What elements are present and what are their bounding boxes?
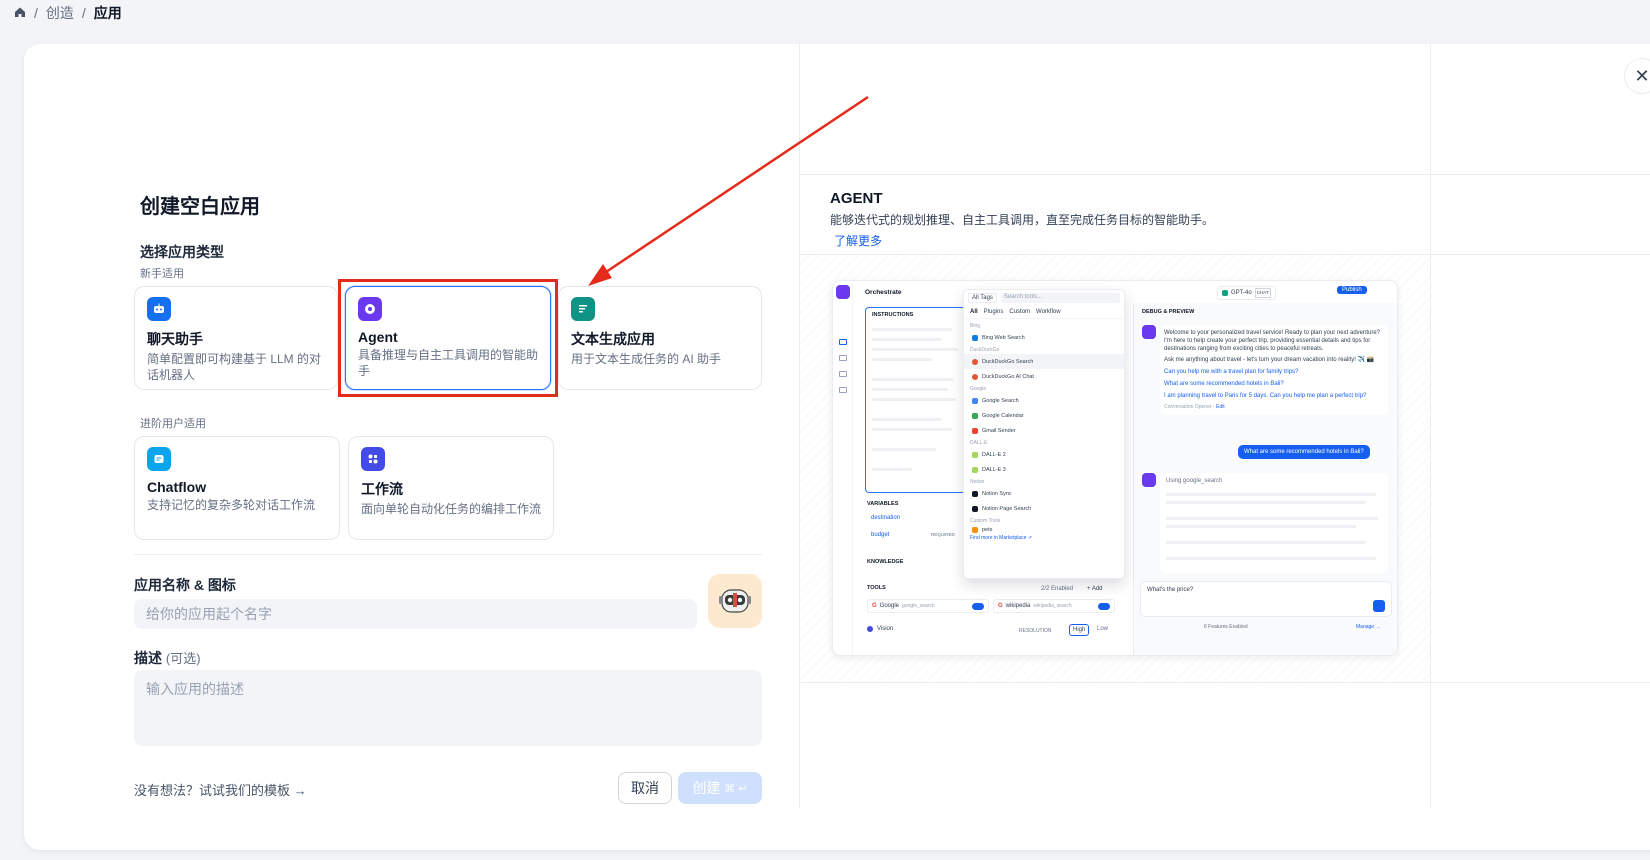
annotation-arrow-icon (588, 95, 869, 286)
